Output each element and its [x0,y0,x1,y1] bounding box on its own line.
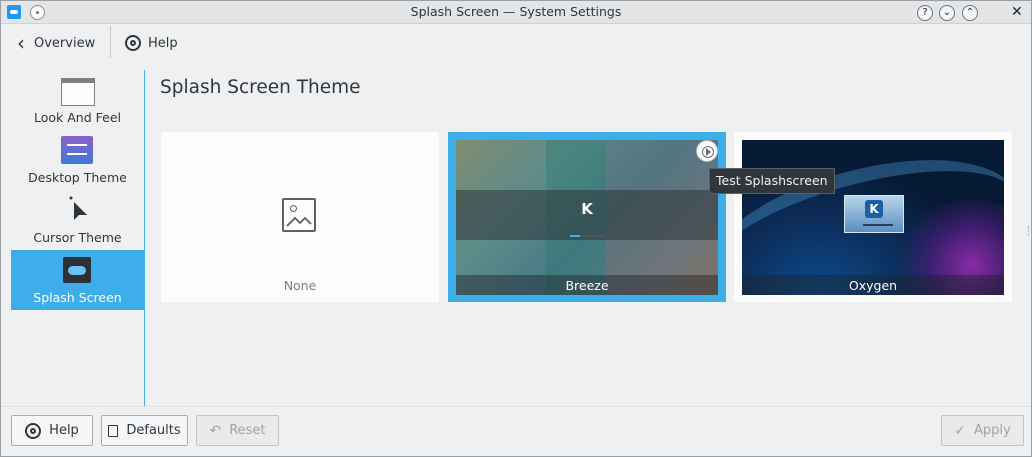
close-button[interactable]: ✕ [1011,4,1023,20]
reset-button[interactable]: ↶ Reset [196,415,279,446]
sidebar-item-label: Look And Feel [34,110,121,125]
help-context-button[interactable]: ? [917,5,933,21]
reset-label: Reset [229,423,266,438]
splash-screen-icon [63,257,91,283]
maximize-button[interactable]: ⌃ [962,5,978,21]
theme-label: Breeze [565,278,609,293]
system-settings-window: Splash Screen — System Settings ? ⌄ ⌃ ✕ … [0,0,1032,457]
kde-logo-icon: K [865,200,883,218]
toolbar: ‹ Overview Help [1,24,1031,62]
page-title: Splash Screen Theme [160,77,361,98]
splash-progress-bar [570,235,604,237]
defaults-label: Defaults [126,423,181,438]
sidebar-item-cursor-theme[interactable]: Cursor Theme [11,190,144,250]
overview-label: Overview [34,35,96,51]
help-lifebuoy-icon [125,35,141,51]
chevron-left-icon: ‹ [17,31,25,55]
sidebar-item-label: Cursor Theme [33,230,122,245]
sidebar: Look And Feel Desktop Theme Cursor Theme… [11,70,145,406]
theme-tile-breeze[interactable]: K Breeze [448,132,726,302]
title-bar: Splash Screen — System Settings ? ⌄ ⌃ ✕ [1,1,1031,24]
desktop-theme-icon [61,136,93,164]
sidebar-item-desktop-theme[interactable]: Desktop Theme [11,130,144,190]
theme-label: None [283,278,317,293]
sidebar-item-label: Desktop Theme [28,170,127,185]
document-icon [108,424,119,437]
help-lifebuoy-icon [25,422,42,439]
oxygen-preview: K [742,140,1004,295]
sidebar-divider [144,70,145,406]
test-splashscreen-tooltip: Test Splashscreen [709,168,835,194]
undo-icon: ↶ [209,422,222,439]
theme-tile-none[interactable]: None [161,132,439,302]
overview-button[interactable]: ‹ Overview [17,32,95,54]
minimize-button[interactable]: ⌄ [939,5,955,21]
resize-grip[interactable] [1028,226,1031,236]
theme-label: Oxygen [848,278,898,293]
image-placeholder-icon [282,198,316,232]
cursor-icon [69,196,87,220]
toolbar-help-label: Help [148,35,178,51]
kde-logo-icon: K [581,200,593,218]
apply-label: Apply [974,423,1011,438]
toolbar-help-button[interactable]: Help [125,32,178,54]
footer-help-label: Help [49,423,79,438]
footer-divider [1,406,1031,407]
toolbar-divider [110,26,111,58]
sidebar-item-label: Splash Screen [33,290,122,305]
play-icon[interactable] [696,140,718,162]
oxygen-splash-box: K [844,195,904,233]
breeze-preview: K [456,140,718,295]
sidebar-item-splash-screen[interactable]: Splash Screen [11,250,144,310]
check-icon: ✓ [954,422,967,439]
theme-tile-oxygen[interactable]: K Oxygen [734,132,1012,302]
apply-button[interactable]: ✓ Apply [941,415,1024,446]
footer-help-button[interactable]: Help [11,415,93,446]
look-and-feel-icon [61,78,95,106]
window-title: Splash Screen — System Settings [410,4,622,19]
defaults-button[interactable]: Defaults [101,415,188,446]
sidebar-item-look-and-feel[interactable]: Look And Feel [11,70,144,130]
